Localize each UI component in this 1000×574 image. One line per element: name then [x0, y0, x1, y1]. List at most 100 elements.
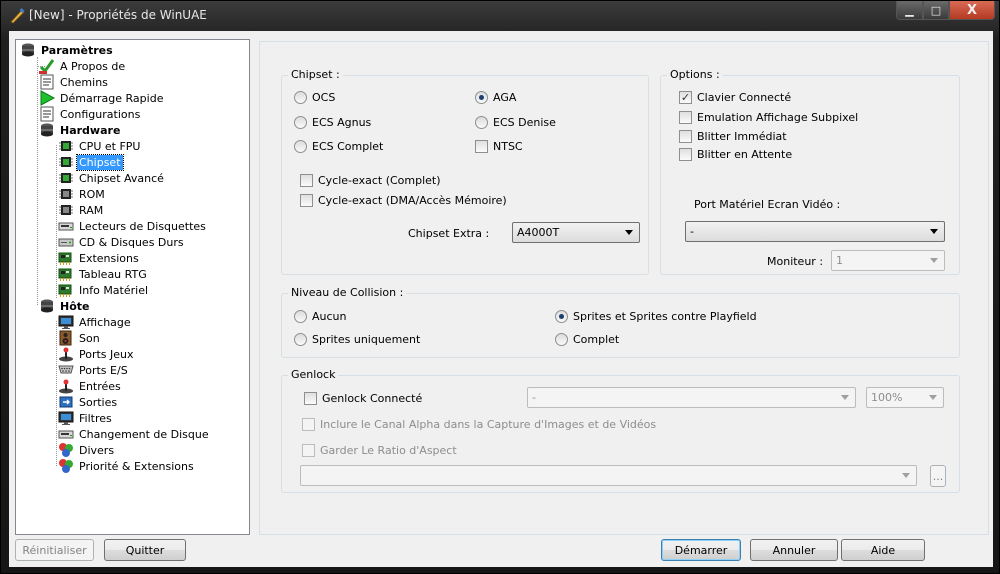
tree-item-label: Paramètres — [41, 43, 113, 57]
chevron-down-icon — [902, 473, 910, 478]
tree-item-cd-disques[interactable]: CD & Disques Durs — [58, 234, 186, 250]
tree-item-chipset-avance[interactable]: Chipset Avancé — [58, 170, 166, 186]
disk-stack-icon — [20, 42, 36, 58]
tree-item-parametres[interactable]: Paramètres — [20, 42, 115, 58]
settings-tree[interactable]: Paramètres A Propos de Chemins Démarrage… — [15, 39, 250, 535]
tree-item-changement-disque[interactable]: Changement de Disque — [58, 426, 211, 442]
tree-item-label: Lecteurs de Disquettes — [79, 219, 206, 233]
genlock-percent-value: 100% — [871, 391, 903, 404]
tree-item-entrees[interactable]: Entrées — [58, 378, 123, 394]
genlock-file-dropdown[interactable] — [300, 465, 917, 486]
tree-item-a-propos[interactable]: A Propos de — [37, 58, 127, 74]
tree-item-ports-jeux[interactable]: Ports Jeux — [58, 346, 136, 362]
cycle-exact-complet-checkbox[interactable]: Cycle-exact (Complet) — [300, 174, 441, 187]
blitter-immediat-checkbox[interactable]: Blitter Immédiat — [679, 130, 787, 143]
chipset-ecs-agnus-radio[interactable]: ECS Agnus — [294, 116, 371, 129]
ratio-aspect-checkbox[interactable]: Garder Le Ratio d'Aspect — [302, 444, 457, 457]
demarrer-button[interactable]: Démarrer — [661, 539, 741, 561]
blitter-attente-checkbox[interactable]: Blitter en Attente — [679, 148, 792, 161]
moniteur-dropdown[interactable]: 1 — [831, 250, 945, 271]
tree-item-hote[interactable]: Hôte — [39, 298, 91, 314]
tree-item-label: Ports Jeux — [79, 347, 134, 361]
tree-item-filtres[interactable]: Filtres — [58, 410, 114, 426]
tree-item-sorties[interactable]: Sorties — [58, 394, 119, 410]
tree-item-label: Filtres — [79, 411, 112, 425]
maximize-button[interactable]: □ — [923, 1, 949, 20]
tree-item-chemins[interactable]: Chemins — [39, 74, 110, 90]
port-materiel-dropdown[interactable]: - — [685, 221, 945, 242]
tree-item-tableau-rtg[interactable]: Tableau RTG — [58, 266, 149, 282]
minimize-icon: ▁ — [905, 3, 914, 17]
checkmark-icon: ✓ — [679, 91, 692, 104]
reinitialiser-button[interactable]: Réinitialiser — [15, 539, 94, 561]
speaker-icon — [58, 330, 74, 346]
options-group-title: Options : — [667, 68, 723, 81]
canal-alpha-checkbox[interactable]: Inclure le Canal Alpha dans la Capture d… — [302, 418, 656, 431]
ntsc-checkbox[interactable]: NTSC — [475, 140, 523, 153]
chipset-extra-label: Chipset Extra : — [408, 227, 490, 240]
tree-item-label: Priorité & Extensions — [79, 459, 194, 473]
winuae-properties-window: [New] - Propriétés de WinUAE ▁ □ X Param… — [0, 0, 1000, 574]
window-title: [New] - Propriétés de WinUAE — [29, 8, 207, 22]
collision-sprites-playfield-radio[interactable]: Sprites et Sprites contre Playfield — [555, 310, 757, 323]
tree-item-chipset[interactable]: Chipset — [58, 153, 124, 171]
title-bar[interactable]: [New] - Propriétés de WinUAE ▁ □ X — [1, 1, 1000, 31]
clavier-connecte-checkbox[interactable]: ✓ Clavier Connecté — [679, 91, 791, 104]
close-button[interactable]: X — [949, 1, 995, 20]
tree-item-ram[interactable]: RAM — [58, 202, 105, 218]
minimize-button[interactable]: ▁ — [896, 1, 923, 20]
misc-icon — [58, 442, 74, 458]
tree-item-extensions[interactable]: Extensions — [58, 250, 141, 266]
port-materiel-label: Port Matériel Ecran Vidéo : — [694, 198, 841, 211]
tree-item-demarrage-rapide[interactable]: Démarrage Rapide — [39, 90, 165, 106]
tree-item-configurations[interactable]: Configurations — [39, 106, 142, 122]
tree-item-ports-es[interactable]: Ports E/S — [58, 362, 130, 378]
chip-icon — [58, 170, 74, 186]
tree-item-label: Tableau RTG — [79, 267, 147, 281]
tree-item-divers[interactable]: Divers — [58, 442, 116, 458]
winuae-app-icon — [9, 8, 25, 24]
cycle-exact-dma-checkbox[interactable]: Cycle-exact (DMA/Accès Mémoire) — [300, 194, 507, 207]
close-icon: X — [966, 2, 978, 18]
expansion-card-icon — [58, 282, 74, 298]
tree-item-label: Info Matériel — [79, 283, 149, 297]
genlock-browse-button[interactable]: ... — [930, 465, 946, 487]
tree-item-hardware[interactable]: Hardware — [39, 122, 122, 138]
emulation-subpixel-checkbox[interactable]: Emulation Affichage Subpixel — [679, 111, 858, 124]
expansion-card-icon — [58, 250, 74, 266]
chipset-aga-radio[interactable]: AGA — [475, 91, 516, 104]
tree-item-priorite-extensions[interactable]: Priorité & Extensions — [58, 458, 196, 474]
tree-item-label: Hôte — [60, 299, 90, 313]
genlock-percent-dropdown[interactable]: 100% — [866, 387, 944, 408]
tree-item-label: Extensions — [79, 251, 139, 265]
chipset-ecs-complet-radio[interactable]: ECS Complet — [294, 140, 383, 153]
port-materiel-value: - — [690, 225, 694, 238]
moniteur-value: 1 — [836, 254, 843, 267]
genlock-connecte-checkbox[interactable]: Genlock Connecté — [304, 392, 422, 405]
tree-item-cpu-fpu[interactable]: CPU et FPU — [58, 138, 142, 154]
disk-stack-icon — [39, 122, 55, 138]
genlock-group: Genlock Genlock Connecté - 100% Inclure … — [281, 368, 960, 493]
chipset-extra-dropdown[interactable]: A4000T — [512, 222, 640, 243]
tree-item-son[interactable]: Son — [58, 330, 102, 346]
chipset-ecs-denise-radio[interactable]: ECS Denise — [475, 116, 556, 129]
annuler-button[interactable]: Annuler — [750, 539, 838, 561]
genlock-mode-dropdown[interactable]: - — [527, 387, 856, 408]
tree-item-lecteurs-disquettes[interactable]: Lecteurs de Disquettes — [58, 218, 208, 234]
tree-item-info-materiel[interactable]: Info Matériel — [58, 282, 150, 298]
tree-item-rom[interactable]: ROM — [58, 186, 107, 202]
quitter-button[interactable]: Quitter — [104, 539, 186, 561]
collision-aucun-radio[interactable]: Aucun — [294, 310, 347, 323]
tree-item-affichage[interactable]: Affichage — [58, 314, 133, 330]
tree-item-label: CPU et FPU — [79, 139, 141, 153]
tree-item-label: Divers — [79, 443, 115, 457]
collision-sprites-uniquement-radio[interactable]: Sprites uniquement — [294, 333, 420, 346]
chipset-ocs-radio[interactable]: OCS — [294, 91, 335, 104]
tree-item-label: Chemins — [60, 75, 108, 89]
expansion-card-icon — [58, 266, 74, 282]
collision-complet-radio[interactable]: Complet — [555, 333, 619, 346]
document-icon — [39, 74, 55, 90]
tree-item-label: CD & Disques Durs — [79, 235, 184, 249]
chipset-panel: Chipset : OCS AGA ECS Agnus ECS Denise E… — [259, 41, 989, 535]
aide-button[interactable]: Aide — [841, 539, 925, 561]
